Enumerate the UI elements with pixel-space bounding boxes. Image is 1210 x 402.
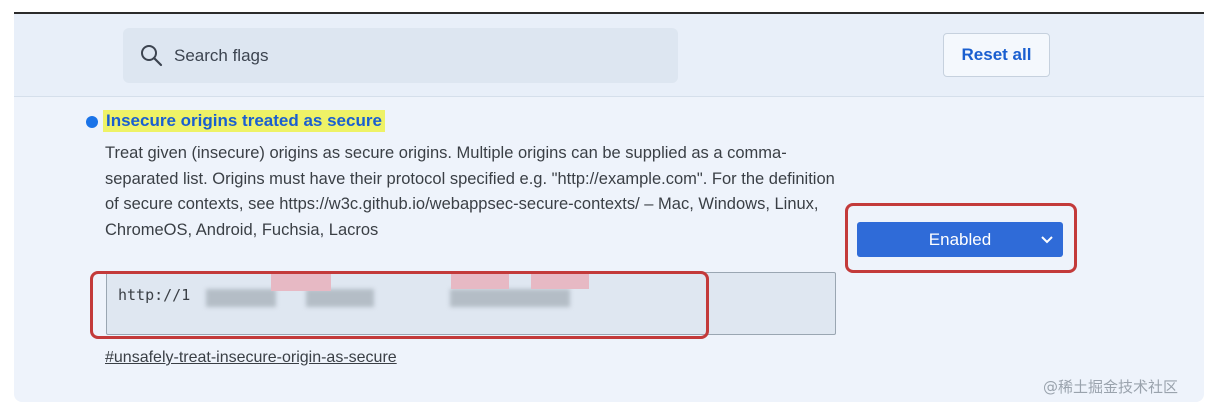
flag-modified-indicator [86,116,98,128]
flag-anchor-link[interactable]: #unsafely-treat-insecure-origin-as-secur… [105,349,397,367]
watermark: @稀土掘金技术社区 [1043,378,1179,396]
search-input[interactable]: Search flags [123,28,678,83]
flags-panel: Search flags Reset all Insecure origins … [14,14,1204,402]
flag-description: Treat given (insecure) origins as secure… [105,144,835,239]
flag-title: Insecure origins treated as secure [103,110,385,132]
reset-all-button[interactable]: Reset all [943,33,1050,77]
annotation-box [90,271,709,339]
flags-header: Search flags Reset all [14,14,1204,97]
search-placeholder: Search flags [174,46,269,65]
annotation-box [845,203,1077,273]
search-icon [141,45,163,67]
